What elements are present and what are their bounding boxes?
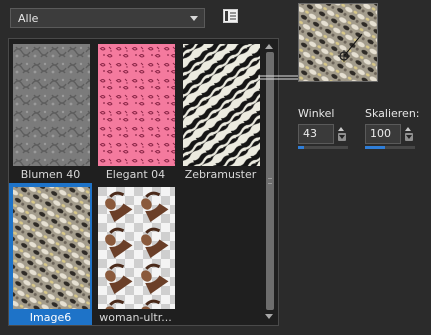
- pattern-thumbnail: [13, 44, 90, 166]
- winkel-slider-fill: [298, 146, 304, 149]
- grip-icon: [268, 178, 272, 184]
- winkel-spin-buttons[interactable]: [336, 124, 348, 144]
- winkel-label: Winkel: [298, 107, 335, 120]
- arrow-up-icon[interactable]: [405, 127, 411, 131]
- dropdown-icon[interactable]: [405, 133, 413, 141]
- gallery-item[interactable]: Elegant 04: [94, 40, 177, 182]
- connector-line: [258, 75, 298, 80]
- pattern-thumbnail: [13, 187, 90, 309]
- gallery-item[interactable]: Zebramuster: [179, 40, 262, 182]
- winkel-input[interactable]: 43: [298, 124, 334, 144]
- arrow-up-icon[interactable]: [265, 44, 273, 49]
- skalieren-slider[interactable]: [365, 146, 415, 149]
- gallery-item-label: Blumen 40: [20, 168, 81, 181]
- gallery-item-label: Elegant 04: [105, 168, 166, 181]
- dropdown-icon[interactable]: [338, 133, 346, 141]
- gallery-item[interactable]: woman-ultr...: [94, 183, 177, 325]
- gallery-item[interactable]: Blumen 40: [9, 40, 92, 182]
- pattern-thumbnail: [98, 187, 175, 309]
- gallery-item-label: Zebramuster: [184, 168, 257, 181]
- gallery-item-label: woman-ultr...: [99, 311, 172, 324]
- winkel-slider[interactable]: [298, 146, 348, 149]
- skalieren-input[interactable]: 100: [365, 124, 401, 144]
- skalieren-spin-buttons[interactable]: [403, 124, 415, 144]
- category-dropdown[interactable]: Alle: [10, 8, 205, 28]
- category-value: Alle: [18, 12, 39, 25]
- gallery-item-label: Image6: [29, 311, 72, 324]
- skalieren-label: Skalieren:: [365, 107, 420, 120]
- pattern-thumbnail: [183, 44, 260, 166]
- pattern-gallery[interactable]: Blumen 40 Elegant 04 Zebramuster Image6 …: [8, 38, 279, 326]
- skalieren-slider-fill: [365, 146, 385, 149]
- arrow-down-icon[interactable]: [265, 314, 273, 319]
- skalieren-spinner[interactable]: 100: [365, 124, 417, 149]
- chevron-down-icon: [190, 16, 198, 21]
- pattern-preview[interactable]: [298, 3, 378, 82]
- list-view-icon[interactable]: [222, 8, 240, 24]
- pattern-thumbnail: [98, 44, 175, 166]
- arrow-up-icon[interactable]: [338, 127, 344, 131]
- gallery-item-selected[interactable]: Image6: [9, 183, 92, 325]
- scroll-thumb[interactable]: [266, 52, 274, 310]
- winkel-spinner[interactable]: 43: [298, 124, 350, 149]
